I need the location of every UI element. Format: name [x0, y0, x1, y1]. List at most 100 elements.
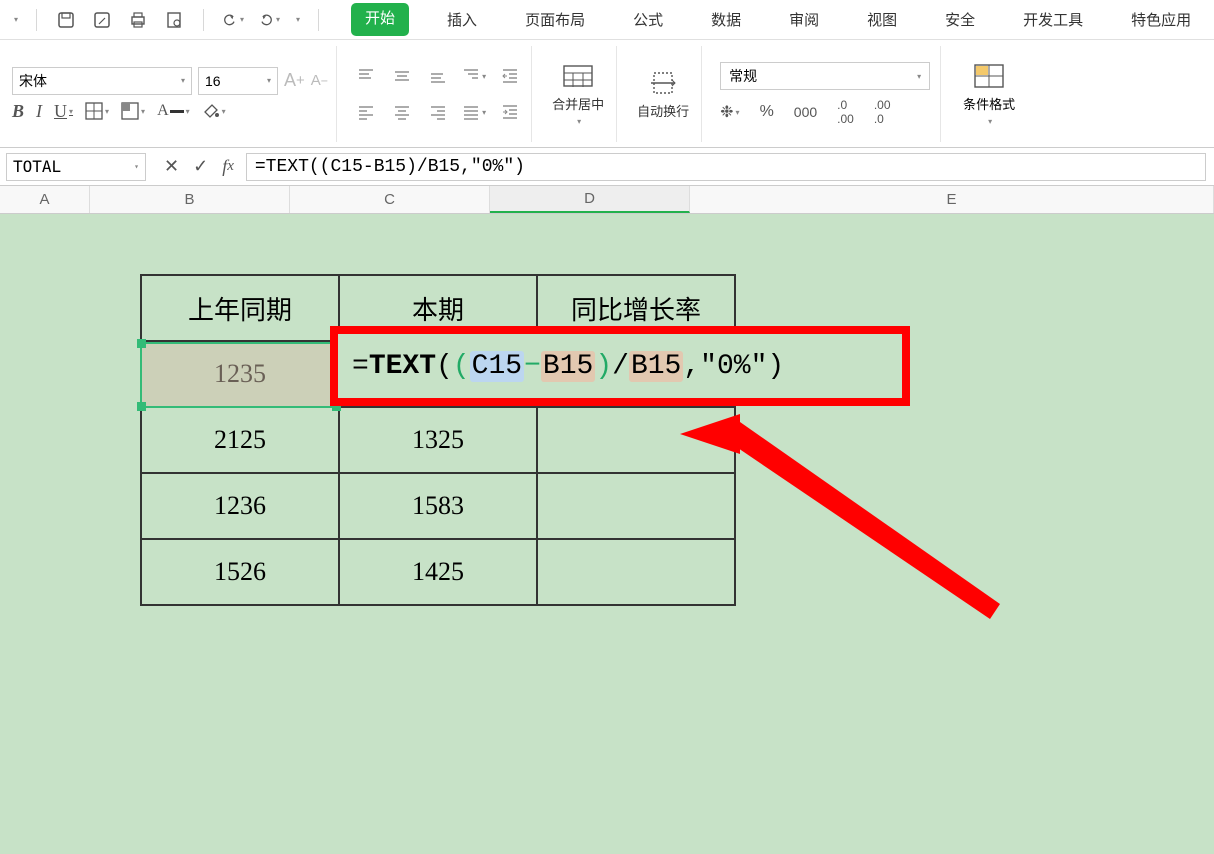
- save-icon[interactable]: [55, 9, 77, 31]
- cell[interactable]: 1425: [339, 539, 537, 605]
- wrap-group[interactable]: 自动换行: [625, 46, 702, 142]
- tab-data[interactable]: 数据: [701, 3, 751, 36]
- cond-format-group[interactable]: 条件格式▾: [949, 46, 1029, 142]
- ribbon-tabs: 开始 插入 页面布局 公式 数据 审阅 视图 安全 开发工具 特色应用: [351, 3, 1201, 36]
- number-format-group: 常规▾ ❉▾ % 000 .0.00 .00.0: [710, 46, 941, 142]
- indent-decrease-icon[interactable]: [497, 61, 523, 91]
- cell[interactable]: 1526: [141, 539, 339, 605]
- undo-icon[interactable]: ▾: [222, 9, 244, 31]
- font-size-select[interactable]: 16▾: [198, 67, 278, 95]
- font-group: 宋体▾ 16▾ A+ A− B I U▾ ▾ ▾ A▾ ▾: [4, 46, 337, 142]
- col-header-B[interactable]: B: [90, 186, 290, 213]
- cell[interactable]: [537, 539, 735, 605]
- data-table: 上年同期 本期 同比增长率 1235 2125 1325 1236 1583 1…: [140, 274, 736, 606]
- align-top-icon[interactable]: [353, 61, 379, 91]
- chevron-down-icon: ▾: [267, 76, 271, 85]
- indent-increase-icon[interactable]: [497, 97, 523, 127]
- cell[interactable]: [537, 407, 735, 473]
- header-prev-year[interactable]: 上年同期: [141, 275, 339, 341]
- conditional-format-icon: [973, 62, 1005, 90]
- border-button[interactable]: ▾: [85, 102, 109, 120]
- separator: [318, 9, 319, 31]
- cell[interactable]: [537, 473, 735, 539]
- font-color-button[interactable]: A▾: [157, 102, 190, 120]
- currency-icon[interactable]: ❉▾: [720, 102, 739, 122]
- formula-text: =TEXT((C15-B15)/B15,"0%"): [255, 157, 525, 177]
- alignment-group: ▾ ▾: [345, 46, 532, 142]
- orientation-icon[interactable]: ▾: [461, 61, 487, 91]
- tok-fn: TEXT: [369, 351, 436, 382]
- tab-formula[interactable]: 公式: [623, 3, 673, 36]
- merge-label: 合并居中: [552, 94, 604, 113]
- sheet-area[interactable]: 上年同期 本期 同比增长率 1235 2125 1325 1236 1583 1…: [0, 214, 1214, 854]
- increase-decimal-icon[interactable]: .0.00: [837, 98, 854, 126]
- percent-icon[interactable]: %: [760, 103, 774, 121]
- align-center-icon[interactable]: [389, 97, 415, 127]
- fx-icon[interactable]: fx: [222, 156, 234, 177]
- align-bottom-icon[interactable]: [425, 61, 451, 91]
- selection-handle[interactable]: [137, 402, 146, 411]
- cell[interactable]: 1236: [141, 473, 339, 539]
- cell-style-button[interactable]: ▾: [121, 102, 145, 120]
- name-box-value: TOTAL: [13, 157, 61, 176]
- cell[interactable]: 1325: [339, 407, 537, 473]
- tok-comma: ,: [683, 351, 700, 382]
- align-justify-icon[interactable]: ▾: [461, 97, 487, 127]
- formula-edit-overlay[interactable]: = TEXT ( ( C15 − B15 ) / B15 , "0%" ): [330, 326, 910, 406]
- font-name-select[interactable]: 宋体▾: [12, 67, 192, 95]
- referenced-cell-highlight: [140, 342, 338, 408]
- tab-security[interactable]: 安全: [935, 3, 985, 36]
- menu-row: ▾ ▾ ▾ ▾ 开始 插入 页面布局 公式 数据 审阅 视图 安全 开发工具 特…: [0, 0, 1214, 40]
- italic-button[interactable]: I: [36, 101, 42, 122]
- cancel-formula-icon[interactable]: ✕: [164, 156, 179, 177]
- align-middle-icon[interactable]: [389, 61, 415, 91]
- print-preview-icon[interactable]: [163, 9, 185, 31]
- tok-lparen: (: [436, 351, 453, 382]
- formula-input[interactable]: =TEXT((C15-B15)/B15,"0%"): [246, 153, 1206, 181]
- cell[interactable]: 2125: [141, 407, 339, 473]
- fill-color-button[interactable]: ▾: [202, 102, 226, 120]
- cell[interactable]: 1583: [339, 473, 537, 539]
- number-format-select[interactable]: 常规▾: [720, 62, 930, 90]
- tab-view[interactable]: 视图: [857, 3, 907, 36]
- tab-special[interactable]: 特色应用: [1121, 3, 1201, 36]
- decrease-font-icon[interactable]: A−: [311, 72, 328, 89]
- font-name-value: 宋体: [19, 71, 47, 91]
- separator: [36, 9, 37, 31]
- increase-font-icon[interactable]: A+: [284, 70, 305, 91]
- tab-review[interactable]: 审阅: [779, 3, 829, 36]
- comma-style-icon[interactable]: 000: [794, 104, 817, 120]
- redo-icon[interactable]: ▾: [258, 9, 280, 31]
- name-box[interactable]: TOTAL▾: [6, 153, 146, 181]
- tab-insert[interactable]: 插入: [437, 3, 487, 36]
- tab-start[interactable]: 开始: [351, 3, 409, 36]
- chevron-down-icon: ▾: [577, 117, 581, 126]
- app-menu-dropdown[interactable]: ▾: [14, 15, 18, 24]
- tok-format: "0%": [700, 351, 767, 382]
- print-icon[interactable]: [127, 9, 149, 31]
- col-header-D[interactable]: D: [490, 186, 690, 213]
- align-left-icon[interactable]: [353, 97, 379, 127]
- tab-layout[interactable]: 页面布局: [515, 3, 595, 36]
- selection-handle[interactable]: [137, 339, 146, 348]
- tok-lparen2: (: [453, 351, 470, 382]
- confirm-formula-icon[interactable]: ✓: [193, 156, 208, 177]
- tok-rparen: ): [767, 351, 784, 382]
- underline-button[interactable]: U▾: [54, 101, 73, 122]
- merge-group[interactable]: 合并居中 ▾: [540, 46, 617, 142]
- align-right-icon[interactable]: [425, 97, 451, 127]
- qat-more-dropdown[interactable]: ▾: [296, 15, 300, 24]
- tok-rparen2: ): [595, 351, 612, 382]
- chevron-down-icon: ▾: [988, 117, 992, 126]
- tab-dev[interactable]: 开发工具: [1013, 3, 1093, 36]
- col-header-C[interactable]: C: [290, 186, 490, 213]
- table-row: 2125 1325: [141, 407, 735, 473]
- tok-ref-c15: C15: [470, 351, 524, 382]
- tok-ref-b15: B15: [541, 351, 595, 382]
- col-header-E[interactable]: E: [690, 186, 1214, 213]
- save-as-icon[interactable]: [91, 9, 113, 31]
- separator: [203, 9, 204, 31]
- decrease-decimal-icon[interactable]: .00.0: [874, 98, 891, 126]
- col-header-A[interactable]: A: [0, 186, 90, 213]
- bold-button[interactable]: B: [12, 101, 24, 122]
